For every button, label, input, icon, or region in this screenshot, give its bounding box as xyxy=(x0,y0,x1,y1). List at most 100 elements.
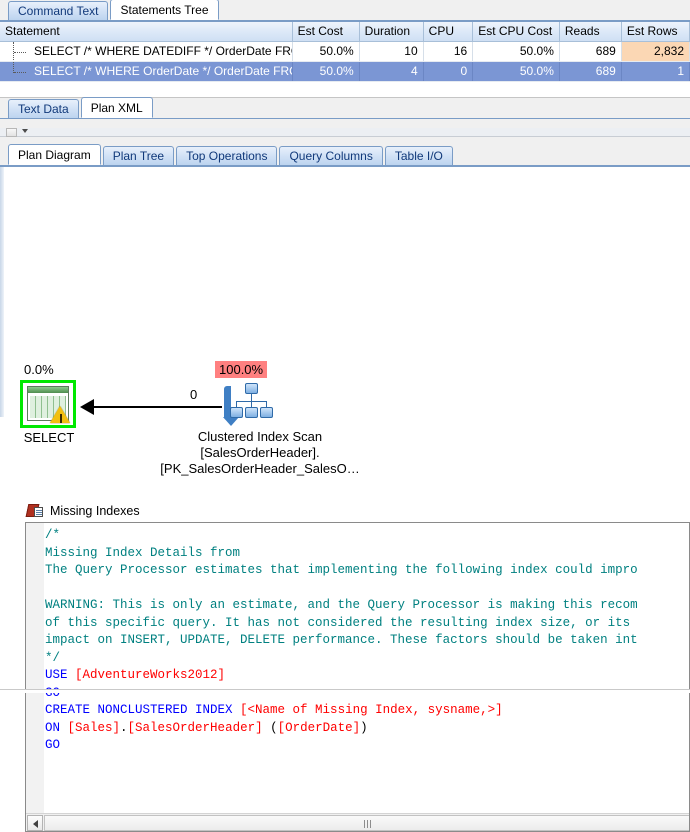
code-line: impact on INSERT, UPDATE, DELETE perform… xyxy=(45,632,689,650)
code-token: impact on INSERT, UPDATE, DELETE perform… xyxy=(45,633,638,647)
index-node-right-glyph xyxy=(260,407,273,418)
grid-cell-est-rows: 2,832 xyxy=(621,41,690,62)
scan-node-label-line3: [PK_SalesOrderHeader_SalesO… xyxy=(160,461,360,476)
grid-column-header[interactable]: Est CPU Cost xyxy=(472,22,560,42)
dataflow-arrow-line xyxy=(92,406,222,408)
plan-xml-tabstrip: Text Data Plan XML xyxy=(0,97,690,119)
tab-plan-diagram[interactable]: Plan Diagram xyxy=(8,144,101,165)
index-node-top-glyph xyxy=(245,383,258,394)
dataflow-arrow-head xyxy=(80,399,94,415)
statements-grid: Statement Est Cost Duration CPU Est CPU Cost… xyxy=(0,21,690,89)
code-token: . xyxy=(120,720,128,735)
plan-view-tabstrip: Plan Diagram Plan Tree Top Operations Query… xyxy=(0,144,690,166)
grid-column-header[interactable]: Statement xyxy=(0,22,293,42)
grid-column-header[interactable]: Reads xyxy=(559,22,622,42)
code-line: /* xyxy=(45,527,689,545)
code-token: [OrderDate] xyxy=(277,720,361,735)
grid-body: SELECT /* WHERE DATEDIFF */ OrderDate FR… xyxy=(0,41,690,82)
window-bottom-edge xyxy=(0,689,690,693)
grid-cell-est-cpu-cost: 50.0% xyxy=(472,61,560,82)
scrollbar-thumb[interactable] xyxy=(6,128,17,137)
code-line: Missing Index Details from xyxy=(45,545,689,563)
grid-cell-statement: SELECT /* WHERE DATEDIFF */ OrderDate FR… xyxy=(0,41,293,62)
table-row[interactable]: SELECT /* WHERE DATEDIFF */ OrderDate FR… xyxy=(0,41,690,62)
code-line: ON [Sales].[SalesOrderHeader] ([OrderDat… xyxy=(45,720,689,738)
tab-query-columns[interactable]: Query Columns xyxy=(279,146,383,165)
plan-content-area: 0.0% 100.0% SELECT 0 Clustered Index Sca… xyxy=(0,166,690,832)
tab-plan-tree[interactable]: Plan Tree xyxy=(102,146,175,165)
code-line: GO xyxy=(45,685,689,703)
window-titlebar-glyph xyxy=(28,387,68,393)
missing-indexes-code: /* Missing Index Details from The Query Pr… xyxy=(45,527,689,807)
grid-column-header[interactable]: CPU xyxy=(423,22,474,42)
code-line: USE [AdventureWorks2012] xyxy=(45,667,689,685)
index-node-left-glyph xyxy=(230,407,243,418)
tab-command-text[interactable]: Command Text xyxy=(8,1,109,20)
tab-table-i-o[interactable]: Table I/O xyxy=(384,146,453,165)
code-line: WARNING: This is only an estimate, and t… xyxy=(45,597,689,615)
tree-connector-icon xyxy=(13,41,31,60)
code-horizontal-scrollbar[interactable] xyxy=(26,813,689,831)
code-token: [<Name of Missing Index, sysname,>] xyxy=(240,703,503,717)
code-token: WARNING: This is only an estimate, and t… xyxy=(45,598,638,612)
grid-cell-duration: 10 xyxy=(359,41,424,62)
missing-indexes-panel: Missing Indexes /* Missing Index Details … xyxy=(25,500,690,832)
plan-diagram: 0.0% 100.0% SELECT 0 Clustered Index Sca… xyxy=(0,167,690,476)
grid-cell-reads: 689 xyxy=(559,41,622,62)
code-token: ) xyxy=(360,720,368,735)
code-token: of this specific query. It has not consi… xyxy=(45,615,631,630)
grid-header-row: Statement Est Cost Duration CPU Est CPU Cost… xyxy=(0,22,690,42)
scan-node-label: Clustered Index Scan [SalesOrderHeader].… xyxy=(130,429,390,477)
grid-column-header[interactable]: Duration xyxy=(359,22,424,42)
tab-text-data[interactable]: Text Data xyxy=(8,99,79,118)
select-result-icon[interactable] xyxy=(20,380,76,428)
grid-cell-cpu: 0 xyxy=(423,61,474,82)
code-gutter xyxy=(26,523,44,831)
code-token: ( xyxy=(262,720,278,735)
missing-indexes-title: Missing Indexes xyxy=(50,504,140,518)
grid-column-header[interactable]: Est Rows xyxy=(621,22,690,42)
index-node-mid-glyph xyxy=(245,407,258,418)
page-glyph xyxy=(34,507,43,517)
plan-xml-scrollbar[interactable] xyxy=(0,128,690,137)
code-line: The Query Processor estimates that imple… xyxy=(45,562,689,580)
scroll-left-button[interactable] xyxy=(27,814,43,831)
scan-arrow-tip-glyph xyxy=(223,417,239,426)
code-token: ON xyxy=(45,720,68,735)
tab-plan-xml[interactable]: Plan XML xyxy=(80,97,153,118)
grid-cell-statement: SELECT /* WHERE OrderDate */ OrderDate F… xyxy=(0,61,293,82)
grid-cell-est-cpu-cost: 50.0% xyxy=(472,41,560,62)
scan-node-label-line2: [SalesOrderHeader]. xyxy=(200,445,320,460)
grid-cell-cpu: 16 xyxy=(423,41,474,62)
select-node-cost: 0.0% xyxy=(24,362,54,377)
dataflow-row-count: 0 xyxy=(190,387,198,402)
grid-cell-est-cost: 50.0% xyxy=(292,61,360,82)
code-line: */ xyxy=(45,650,689,668)
scrollbar-grip[interactable] xyxy=(364,819,371,828)
chevron-down-icon xyxy=(22,129,28,133)
statement-text: SELECT /* WHERE OrderDate */ OrderDate F… xyxy=(34,64,291,78)
tab-statements-tree[interactable]: Statements Tree xyxy=(110,0,219,20)
code-line: CREATE NONCLUSTERED INDEX [<Name of Miss… xyxy=(45,702,689,720)
grid-cell-duration: 4 xyxy=(359,61,424,82)
tab-top-operations[interactable]: Top Operations xyxy=(176,146,278,165)
grid-cell-est-cost: 50.0% xyxy=(292,41,360,62)
code-token: /* xyxy=(45,528,61,542)
clustered-index-scan-icon[interactable] xyxy=(223,383,274,426)
scrollbar-track[interactable] xyxy=(44,814,689,831)
table-row[interactable]: SELECT /* WHERE OrderDate */ OrderDate F… xyxy=(0,61,690,82)
scan-node-cost-badge: 100.0% xyxy=(215,361,268,378)
code-token: [AdventureWorks2012] xyxy=(75,668,226,682)
grid-column-header[interactable]: Est Cost xyxy=(292,22,360,42)
scan-node-label-line1: Clustered Index Scan xyxy=(197,429,323,444)
grid-cell-est-rows: 1 xyxy=(621,61,690,82)
code-token: */ xyxy=(45,650,61,665)
tree-connector-icon xyxy=(13,61,31,81)
missing-indexes-code-box[interactable]: /* Missing Index Details from The Query Pr… xyxy=(25,522,690,832)
code-token: USE xyxy=(45,668,76,682)
code-line: of this specific query. It has not consi… xyxy=(45,615,689,633)
statement-text: SELECT /* WHERE DATEDIFF */ OrderDate FR… xyxy=(34,44,291,58)
code-token: [Sales] xyxy=(67,720,121,735)
diagram-left-rail xyxy=(0,167,4,417)
